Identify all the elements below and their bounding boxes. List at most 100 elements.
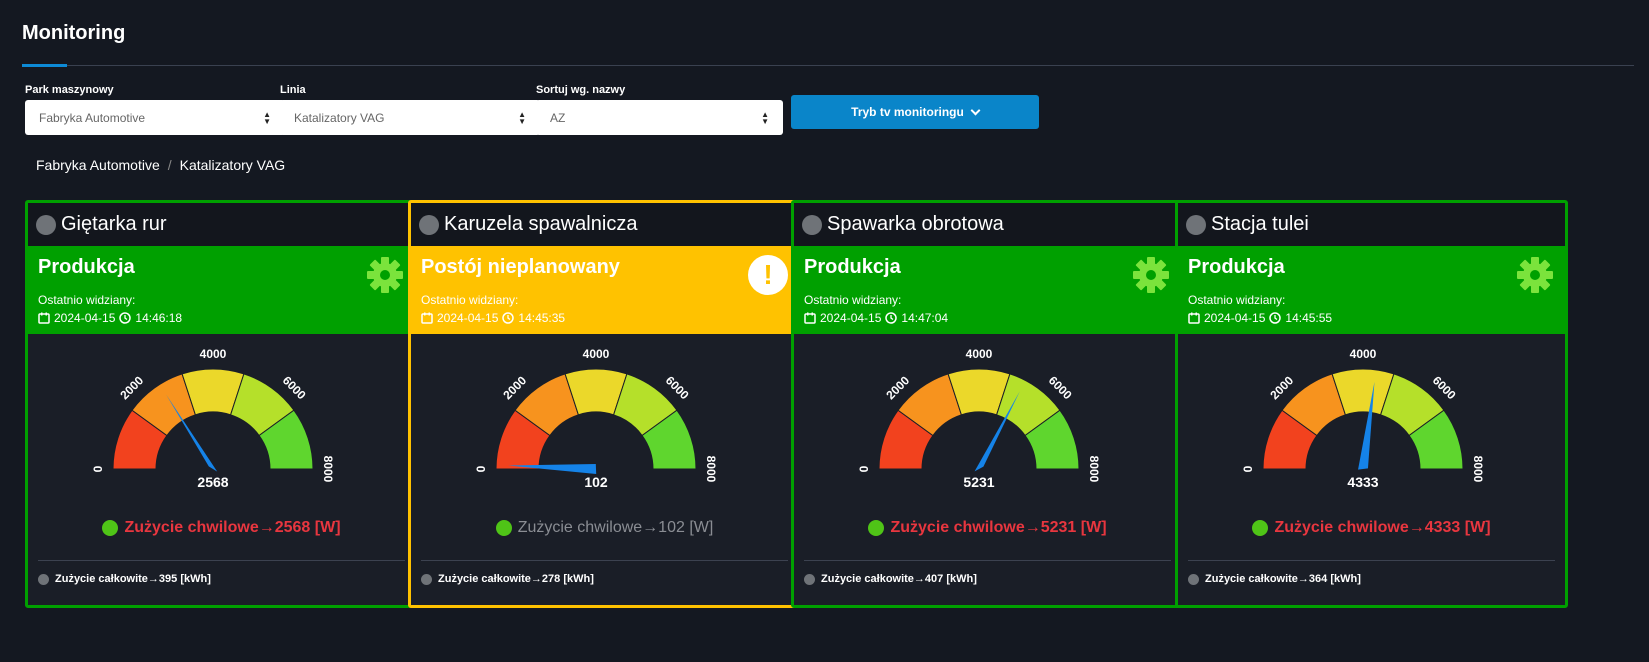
breadcrumb: Fabryka Automotive / Katalizatory VAG	[36, 157, 285, 173]
gauge-tick-label: 0	[91, 465, 105, 472]
filter-line-label: Linia	[280, 84, 306, 96]
filter-sort-label: Sortuj wg. nazwy	[536, 84, 626, 96]
status-text: Produkcja	[38, 256, 135, 278]
chevron-down-icon	[970, 105, 981, 115]
sort-arrows-icon: ▲ ▼	[761, 109, 769, 126]
park-select-value: Fabryka Automotive	[39, 110, 146, 125]
sort-select[interactable]: AZ ▲ ▼	[536, 100, 783, 135]
status-text: Produkcja	[1188, 256, 1285, 278]
gauge-svg: 020004000600080002568	[91, 347, 335, 490]
breadcrumb-item-park[interactable]: Fabryka Automotive	[36, 157, 160, 173]
total-usage-text: Zużycie całkowite→395 [kWh]	[55, 573, 211, 585]
machine-title-bar: Stacja tulei	[1178, 203, 1565, 246]
instant-usage-text: Zużycie chwilowe→102 [W]	[517, 519, 714, 536]
power-gauge: 0 2000 4000 6000 8000 102	[411, 339, 798, 509]
connection-dot-icon	[1186, 214, 1206, 235]
filter-park: Park maszynowy Fabryka Automotive ▲ ▼	[25, 84, 285, 135]
page-header: Monitoring	[22, 22, 1634, 67]
machine-card[interactable]: Karuzela spawalnicza Postój nieplanowany O…	[408, 200, 801, 608]
instant-usage-text: Zużycie chwilowe→5231 [W]	[890, 519, 1107, 536]
total-usage: Zużycie całkowite→395 [kWh]	[38, 573, 211, 585]
gear-icon	[1133, 257, 1169, 293]
machine-name: Karuzela spawalnicza	[444, 213, 638, 235]
gauge-tick-label: 8000	[704, 456, 718, 483]
status-dot-icon	[102, 520, 119, 536]
gauge-tick-label: 4000	[966, 347, 993, 361]
divider	[804, 560, 1171, 561]
warning-icon: !	[748, 255, 788, 295]
total-usage-text: Zużycie całkowite→364 [kWh]	[1205, 573, 1361, 585]
instant-usage: Zużycie chwilowe→5231 [W]	[794, 519, 1181, 537]
gauge-value: 102	[584, 474, 608, 490]
last-seen-datetime: 2024-04-15 14:47:04	[804, 311, 1181, 325]
clock-icon	[1269, 312, 1282, 324]
status-panel: Produkcja Ostatnio widziany: 2024-04-15 14:…	[794, 246, 1181, 334]
last-seen-time: 14:45:55	[1285, 311, 1333, 325]
gauge-tick-label: 4000	[1350, 347, 1377, 361]
sort-arrows-icon: ▲ ▼	[263, 109, 271, 126]
filter-line: Linia Katalizatory VAG ▲ ▼	[280, 84, 540, 135]
status-panel: Produkcja Ostatnio widziany: 2024-04-15 14:…	[28, 246, 415, 334]
power-gauge: 0 2000 4000 6000 8000 5231	[794, 339, 1181, 509]
calendar-icon	[1188, 312, 1200, 324]
instant-usage: Zużycie chwilowe→102 [W]	[411, 519, 798, 537]
status-icon	[1131, 255, 1171, 295]
breadcrumb-item-line[interactable]: Katalizatory VAG	[180, 157, 286, 173]
connection-dot-icon	[36, 214, 56, 235]
status-dot-icon	[1188, 573, 1199, 585]
gauge-svg: 020004000600080005231	[857, 347, 1101, 490]
gear-icon	[1517, 257, 1553, 293]
machine-card[interactable]: Giętarka rur Produkcja Ostatnio widziany: 2…	[25, 200, 418, 608]
gauge-value: 4333	[1347, 474, 1378, 490]
sort-arrows-icon: ▲ ▼	[518, 109, 526, 126]
last-seen-datetime: 2024-04-15 14:45:55	[1188, 311, 1565, 325]
status-text: Produkcja	[804, 256, 901, 278]
last-seen-date: 2024-04-15	[54, 311, 116, 325]
last-seen-datetime: 2024-04-15 14:46:18	[38, 311, 415, 325]
calendar-icon	[804, 312, 816, 324]
divider	[1188, 560, 1555, 561]
gauge-tick-label: 8000	[1471, 456, 1485, 483]
gauge-svg: 020004000600080004333	[1241, 347, 1485, 490]
connection-dot-icon	[802, 214, 822, 235]
machine-name: Giętarka rur	[61, 213, 167, 235]
gauge-tick-label: 8000	[1087, 456, 1101, 483]
total-usage: Zużycie całkowite→407 [kWh]	[804, 573, 977, 585]
status-icon	[1515, 255, 1555, 295]
total-usage-text: Zużycie całkowite→407 [kWh]	[821, 573, 977, 585]
instant-usage: Zużycie chwilowe→2568 [W]	[28, 519, 415, 537]
last-seen-label: Ostatnio widziany:	[421, 293, 519, 307]
gear-icon	[367, 257, 403, 293]
clock-icon	[885, 312, 898, 324]
last-seen-label: Ostatnio widziany:	[1188, 293, 1286, 307]
instant-usage-text: Zużycie chwilowe→2568 [W]	[124, 519, 341, 536]
machine-title-bar: Spawarka obrotowa	[794, 203, 1181, 246]
sort-select-value: AZ	[550, 110, 566, 125]
total-usage: Zużycie całkowite→278 [kWh]	[421, 573, 594, 585]
calendar-icon	[421, 312, 433, 324]
power-gauge: 0 2000 4000 6000 8000 4333	[1178, 339, 1565, 509]
divider	[38, 560, 405, 561]
line-select[interactable]: Katalizatory VAG ▲ ▼	[280, 100, 540, 135]
last-seen-date: 2024-04-15	[1204, 311, 1266, 325]
power-gauge: 0 2000 4000 6000 8000 2568	[28, 339, 415, 509]
machine-card[interactable]: Stacja tulei Produkcja Ostatnio widziany: 2…	[1175, 200, 1568, 608]
status-dot-icon	[868, 520, 885, 536]
total-usage: Zużycie całkowite→364 [kWh]	[1188, 573, 1361, 585]
status-dot-icon	[421, 573, 432, 585]
title-underline	[22, 64, 67, 67]
park-select[interactable]: Fabryka Automotive ▲ ▼	[25, 100, 285, 135]
gauge-value: 2568	[197, 474, 228, 490]
tv-mode-button[interactable]: Tryb tv monitoringu	[791, 95, 1039, 129]
gauge-value: 5231	[963, 474, 994, 490]
status-panel: Postój nieplanowany Ostatnio widziany: 202…	[411, 246, 798, 334]
gauge-tick-label: 4000	[200, 347, 227, 361]
instant-usage-text: Zużycie chwilowe→4333 [W]	[1274, 519, 1491, 536]
machine-card[interactable]: Spawarka obrotowa Produkcja Ostatnio widzi…	[791, 200, 1184, 608]
filter-park-label: Park maszynowy	[25, 84, 114, 96]
status-text: Postój nieplanowany	[421, 256, 620, 278]
last-seen-time: 14:45:35	[518, 311, 566, 325]
tv-mode-label: Tryb tv monitoringu	[851, 105, 964, 119]
machine-title-bar: Giętarka rur	[28, 203, 415, 246]
divider	[421, 560, 788, 561]
